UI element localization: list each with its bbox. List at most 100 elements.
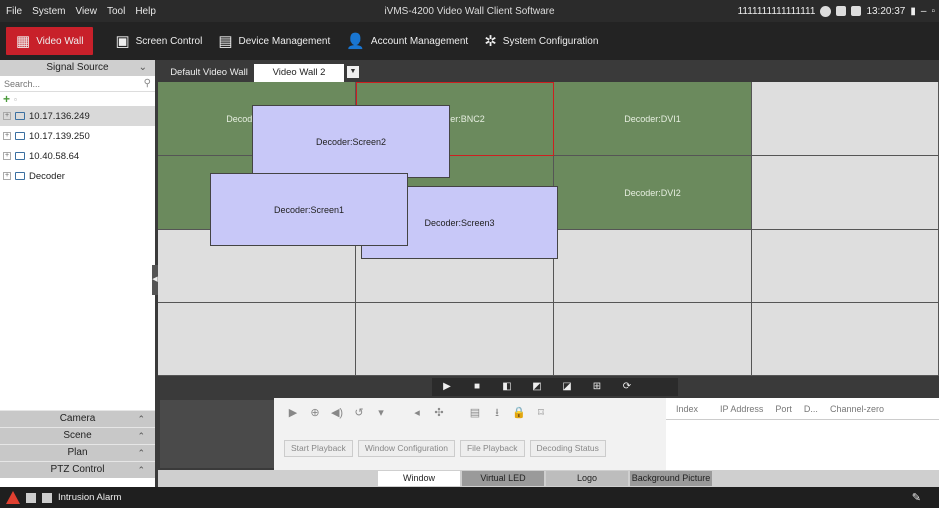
stop-icon[interactable]: ■: [462, 378, 492, 396]
wall-cell-dvi2[interactable]: Decoder:DVI2: [554, 156, 752, 230]
alarm-warning-icon[interactable]: [6, 491, 20, 504]
menu-file[interactable]: File: [6, 6, 22, 17]
chevron-down-icon[interactable]: ⌄: [139, 60, 147, 76]
tab-video-wall-2[interactable]: Video Wall 2: [254, 64, 344, 82]
image-icon[interactable]: [836, 6, 847, 16]
fullscreen-icon[interactable]: ⌑: [532, 404, 550, 422]
tab-dropdown-icon[interactable]: ▼: [347, 66, 359, 78]
play-icon[interactable]: ▶: [432, 378, 462, 396]
menu-view[interactable]: View: [75, 6, 97, 17]
tree-item-device[interactable]: + 10.17.139.250: [0, 126, 155, 146]
accordion-plan[interactable]: Plan ⌃: [0, 444, 155, 461]
wall-cell-empty[interactable]: [554, 303, 752, 376]
screen-icon[interactable]: ◪: [552, 378, 582, 396]
expand-icon[interactable]: +: [3, 132, 11, 140]
playback-controls: ▶ ⊕ ◀) ↺ ▾ ◂ ✣ ▤ ⭳ 🔒 ⌑ Start Playback Wi…: [274, 398, 666, 470]
device-table-header: Index IP Address Port D... Channel-zero: [666, 398, 939, 420]
log-icon[interactable]: [42, 492, 52, 503]
minimize-icon[interactable]: –: [921, 6, 927, 17]
tab-logo[interactable]: Logo: [546, 471, 628, 486]
video-wall-canvas[interactable]: Decoder:BNC1 Decoder:BNC2 Decoder:DVI1 D…: [158, 82, 939, 376]
options-icon[interactable]: ▫: [14, 95, 17, 104]
col-d[interactable]: D...: [804, 404, 818, 414]
wall-cell-empty[interactable]: [356, 303, 554, 376]
tab-window[interactable]: Window: [378, 471, 460, 486]
playback-icon-row: ▶ ⊕ ◀) ↺ ▾ ◂ ✣ ▤ ⭳ 🔒 ⌑: [284, 404, 550, 422]
window-icon[interactable]: ◧: [492, 378, 522, 396]
module-label: Video Wall: [36, 35, 84, 47]
tab-default-video-wall[interactable]: Default Video Wall: [168, 64, 250, 82]
accordion-camera[interactable]: Camera ⌃: [0, 410, 155, 427]
signal-source-header[interactable]: Signal Source ⌄: [0, 60, 155, 76]
search-input[interactable]: [4, 78, 144, 89]
wall-cell-empty[interactable]: [554, 230, 752, 303]
calendar-icon[interactable]: [851, 6, 862, 16]
zoom-icon[interactable]: ⊕: [306, 404, 324, 422]
grid-icon[interactable]: ⊞: [582, 378, 612, 396]
tab-background-picture[interactable]: Background Picture: [630, 471, 712, 486]
col-port[interactable]: Port: [775, 404, 792, 414]
tree-item-device[interactable]: + 10.40.58.64: [0, 146, 155, 166]
wall-cell-empty[interactable]: [158, 303, 356, 376]
add-icon[interactable]: +: [3, 92, 10, 106]
menu-help[interactable]: Help: [135, 6, 156, 17]
wall-cell-empty[interactable]: [752, 156, 939, 230]
clock: 13:20:37: [866, 5, 906, 17]
tree-item-device[interactable]: + 10.17.136.249: [0, 106, 155, 126]
globe-icon[interactable]: [820, 5, 832, 17]
module-screen-control[interactable]: ▣ Screen Control: [107, 22, 210, 60]
lock-icon[interactable]: 🔒: [510, 404, 528, 422]
decoder-window-screen2[interactable]: Decoder:Screen2: [252, 105, 450, 178]
expand-icon[interactable]: +: [3, 112, 11, 120]
device-management-icon: ▤: [218, 32, 233, 50]
refresh-icon[interactable]: ⟳: [612, 378, 642, 396]
screen-control-icon: ▣: [115, 32, 130, 50]
decoder-window-screen1[interactable]: Decoder:Screen1: [210, 173, 408, 246]
tab-virtual-led[interactable]: Virtual LED: [462, 471, 544, 486]
col-ip-address[interactable]: IP Address: [720, 404, 763, 414]
download-icon[interactable]: ⭳: [488, 404, 506, 422]
expand-icon[interactable]: +: [3, 152, 11, 160]
wall-cell-empty[interactable]: [752, 82, 939, 156]
video-wall-tabs: Default Video Wall Video Wall 2 ▼: [160, 60, 939, 82]
pin-icon[interactable]: ✎: [912, 491, 921, 504]
monitor-icon: [15, 152, 25, 160]
accordion-label: PTZ Control: [50, 464, 105, 475]
search-icon[interactable]: ⚲: [144, 78, 151, 89]
wall-cell-empty[interactable]: [752, 230, 939, 303]
module-device-management[interactable]: ▤ Device Management: [210, 22, 338, 60]
split-icon[interactable]: ◩: [522, 378, 552, 396]
module-system-configuration[interactable]: ✲ System Configuration: [476, 22, 606, 60]
menu-system[interactable]: System: [32, 6, 65, 17]
accordion-scene[interactable]: Scene ⌃: [0, 427, 155, 444]
file-playback-button[interactable]: File Playback: [459, 440, 525, 457]
audio-icon[interactable]: ◀): [328, 404, 346, 422]
window-configuration-button[interactable]: Window Configuration: [357, 440, 455, 457]
volume-icon[interactable]: ◂: [408, 404, 426, 422]
tree-item-decoder[interactable]: + Decoder: [0, 166, 155, 186]
module-label: System Configuration: [502, 35, 599, 47]
decoding-status-button[interactable]: Decoding Status: [529, 440, 606, 457]
wall-cell-dvi1[interactable]: Decoder:DVI1: [554, 82, 752, 156]
accordion-ptz-control[interactable]: PTZ Control ⌃: [0, 461, 155, 478]
play-icon[interactable]: ▶: [284, 404, 302, 422]
menu-tool[interactable]: Tool: [107, 6, 125, 17]
rewind-icon[interactable]: ↺: [350, 404, 368, 422]
maximize-icon[interactable]: ▫: [931, 6, 935, 17]
message-icon[interactable]: [26, 492, 36, 503]
intrusion-alarm-label[interactable]: Intrusion Alarm: [58, 492, 121, 503]
capture-icon[interactable]: ▤: [466, 404, 484, 422]
expand-icon[interactable]: +: [3, 172, 11, 180]
dropdown-icon[interactable]: ▾: [372, 404, 390, 422]
col-channel-zero[interactable]: Channel-zero: [830, 404, 884, 414]
ptz-icon[interactable]: ✣: [430, 404, 448, 422]
start-playback-button[interactable]: Start Playback: [284, 440, 353, 457]
chevron-up-icon: ⌃: [137, 465, 145, 475]
module-account-management[interactable]: 👤 Account Management: [338, 22, 476, 60]
wall-cell-empty[interactable]: [752, 303, 939, 376]
lock-icon[interactable]: ▮: [910, 6, 916, 17]
cell-label: Decoder:DVI2: [624, 187, 681, 198]
monitor-icon: [15, 172, 25, 180]
module-video-wall[interactable]: ▦ Video Wall: [6, 27, 94, 55]
col-index[interactable]: Index: [676, 404, 698, 414]
